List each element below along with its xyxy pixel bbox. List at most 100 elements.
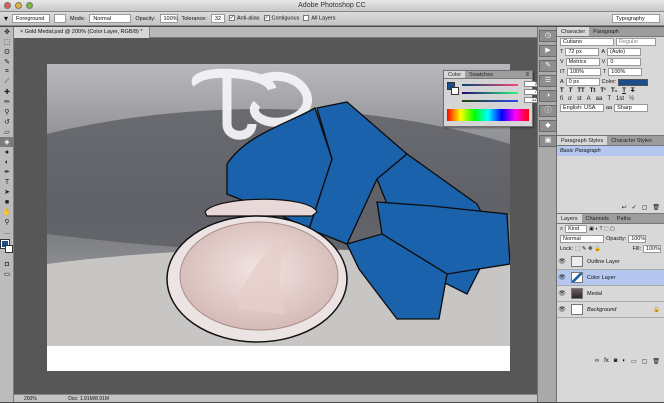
small-caps-button[interactable]: Tt bbox=[590, 88, 596, 94]
blur-tool-icon[interactable]: ● bbox=[0, 147, 14, 157]
swash-button[interactable]: st bbox=[577, 96, 582, 102]
clone-stamp-tool-icon[interactable]: ⚲ bbox=[0, 107, 14, 117]
new-layer-icon[interactable]: ▢ bbox=[642, 358, 648, 365]
visibility-eye-icon[interactable]: 👁 bbox=[557, 306, 567, 313]
history-brush-tool-icon[interactable]: ↺ bbox=[0, 117, 14, 127]
faux-italic-button[interactable]: T bbox=[569, 88, 573, 94]
superscript-button[interactable]: T¹ bbox=[600, 88, 606, 94]
hand-tool-icon[interactable]: ✋ bbox=[0, 207, 14, 217]
text-color-swatch[interactable] bbox=[618, 78, 649, 86]
doc-size[interactable]: Doc: 1.91M/8.91M bbox=[68, 396, 109, 402]
language-select[interactable]: English: USA bbox=[560, 104, 604, 112]
visibility-eye-icon[interactable]: 👁 bbox=[557, 274, 567, 281]
tab-paragraph[interactable]: Paragraph bbox=[589, 27, 623, 36]
styles-panel-icon[interactable]: ▣ bbox=[539, 135, 557, 147]
layer-row-medal[interactable]: 👁 Medal bbox=[557, 286, 664, 302]
subscript-button[interactable]: T₁ bbox=[611, 88, 617, 94]
layer-row-outline[interactable]: 👁 Outline Layer bbox=[557, 254, 664, 270]
tab-paragraph-styles[interactable]: Paragraph Styles bbox=[557, 136, 608, 145]
layer-filter-select[interactable]: Kind bbox=[565, 225, 588, 233]
baseline-input[interactable]: 0 px bbox=[565, 78, 600, 86]
background-color-swatch[interactable] bbox=[5, 245, 13, 253]
discretionary-button[interactable]: ơ bbox=[568, 96, 572, 102]
filter-icons[interactable]: ▣ ◐ T ⬚ ▢ bbox=[589, 226, 615, 232]
close-window-button[interactable] bbox=[4, 2, 11, 9]
redefine-style-icon[interactable]: ✓ bbox=[632, 204, 637, 211]
font-family-select[interactable]: Cutiano bbox=[560, 38, 614, 46]
lock-icons[interactable]: ⬚ ✎ ✥ 🔒 bbox=[575, 246, 601, 252]
all-caps-button[interactable]: TT bbox=[577, 88, 584, 94]
titling-button[interactable]: aa bbox=[596, 96, 603, 102]
eraser-tool-icon[interactable]: ▱ bbox=[0, 127, 14, 137]
strikethrough-button[interactable]: T bbox=[631, 88, 635, 94]
antialias-select[interactable]: Sharp bbox=[614, 104, 649, 112]
path-selection-tool-icon[interactable]: ➤ bbox=[0, 187, 14, 197]
layer-name[interactable]: Medal bbox=[587, 291, 602, 297]
all-layers-checkbox[interactable]: All Layers bbox=[303, 15, 336, 22]
layer-name[interactable]: Background bbox=[587, 307, 616, 313]
tab-layers[interactable]: Layers bbox=[557, 214, 582, 223]
tab-color[interactable]: Color bbox=[444, 71, 466, 78]
add-mask-icon[interactable]: ◙ bbox=[614, 358, 618, 365]
type-tool-icon[interactable]: T bbox=[0, 177, 14, 187]
ligature-button[interactable]: fi bbox=[560, 96, 563, 102]
kerning-input[interactable]: Metrics bbox=[565, 58, 600, 66]
vertical-scale-input[interactable]: 100% bbox=[566, 68, 601, 76]
pen-tool-icon[interactable]: ✒ bbox=[0, 167, 14, 177]
new-style-icon[interactable]: ▢ bbox=[642, 204, 648, 211]
paint-bucket-tool-icon[interactable]: ▾ bbox=[4, 14, 8, 23]
tab-character-styles[interactable]: Character Styles bbox=[607, 136, 656, 145]
horizontal-scale-input[interactable]: 100% bbox=[608, 68, 643, 76]
pattern-swatch[interactable] bbox=[54, 14, 67, 23]
shape-tool-icon[interactable]: ■ bbox=[0, 197, 14, 207]
workspace-select[interactable]: Typography bbox=[612, 14, 660, 23]
healing-brush-tool-icon[interactable]: ✚ bbox=[0, 87, 14, 97]
stylistic-button[interactable]: A bbox=[587, 96, 591, 102]
screen-mode-icon[interactable]: ▭ bbox=[0, 269, 14, 279]
zoom-tool-icon[interactable]: ⚲ bbox=[0, 217, 14, 227]
lasso-tool-icon[interactable]: ʘ bbox=[0, 47, 14, 57]
adjustments-panel-icon[interactable]: ◑ bbox=[539, 90, 557, 102]
panel-menu-icon[interactable]: ≡ bbox=[525, 71, 529, 78]
brush-panel-icon[interactable]: ✎ bbox=[539, 60, 557, 72]
tab-paths[interactable]: Paths bbox=[613, 214, 635, 223]
brush-tool-icon[interactable]: ✏ bbox=[0, 97, 14, 107]
blend-mode-select[interactable]: Normal bbox=[560, 235, 604, 243]
underline-button[interactable]: T bbox=[622, 88, 626, 94]
color-panel[interactable]: Color Swatches ≡ 38 71 120 bbox=[443, 70, 542, 127]
color-panel-icon[interactable]: ◆ bbox=[539, 120, 557, 132]
color-ramp[interactable] bbox=[447, 109, 529, 121]
fill-input[interactable]: 100% bbox=[643, 245, 661, 253]
paint-bucket-tool-icon[interactable]: ◈ bbox=[0, 137, 14, 147]
contiguous-checkbox[interactable]: ✓ Contiguous bbox=[263, 15, 299, 22]
more-tools-icon[interactable]: … bbox=[0, 227, 14, 237]
dodge-tool-icon[interactable]: ◐ bbox=[0, 157, 14, 167]
quick-mask-icon[interactable]: ◘ bbox=[0, 259, 14, 269]
visibility-eye-icon[interactable]: 👁 bbox=[557, 258, 567, 265]
eyedropper-tool-icon[interactable]: ⟋ bbox=[0, 77, 14, 87]
layer-opacity-input[interactable]: 100% bbox=[628, 235, 647, 243]
tab-channels[interactable]: Channels bbox=[582, 214, 613, 223]
tab-character[interactable]: Character bbox=[557, 27, 590, 36]
document-canvas[interactable] bbox=[47, 64, 510, 371]
tracking-input[interactable]: 0 bbox=[607, 58, 642, 66]
clear-override-icon[interactable]: ↩ bbox=[622, 204, 627, 211]
anti-alias-checkbox[interactable]: ✓ Anti-alias bbox=[228, 15, 260, 22]
layer-name[interactable]: Color Layer bbox=[587, 275, 615, 281]
delete-layer-icon[interactable]: 🗑 bbox=[652, 358, 660, 365]
ordinal-button[interactable]: T bbox=[607, 96, 611, 102]
actions-panel-icon[interactable]: ▶ bbox=[539, 45, 557, 57]
zoom-window-button[interactable] bbox=[26, 2, 33, 9]
new-group-icon[interactable]: ▭ bbox=[631, 358, 637, 365]
font-style-select[interactable]: Regular bbox=[616, 38, 656, 46]
tab-swatches[interactable]: Swatches bbox=[465, 71, 497, 78]
link-layers-icon[interactable]: ∞ bbox=[595, 358, 599, 365]
layer-style-icon[interactable]: fx bbox=[604, 358, 609, 365]
properties-panel-icon[interactable]: ☰ bbox=[539, 75, 557, 87]
paragraph-style-item[interactable]: Basic Paragraph bbox=[557, 146, 664, 156]
adjustment-layer-icon[interactable]: ◐ bbox=[622, 358, 626, 365]
half-button[interactable]: ½ bbox=[629, 96, 634, 102]
marquee-tool-icon[interactable]: ⬚ bbox=[0, 37, 14, 47]
move-tool-icon[interactable]: ✥ bbox=[0, 27, 14, 37]
green-slider[interactable]: 71 bbox=[462, 89, 542, 95]
